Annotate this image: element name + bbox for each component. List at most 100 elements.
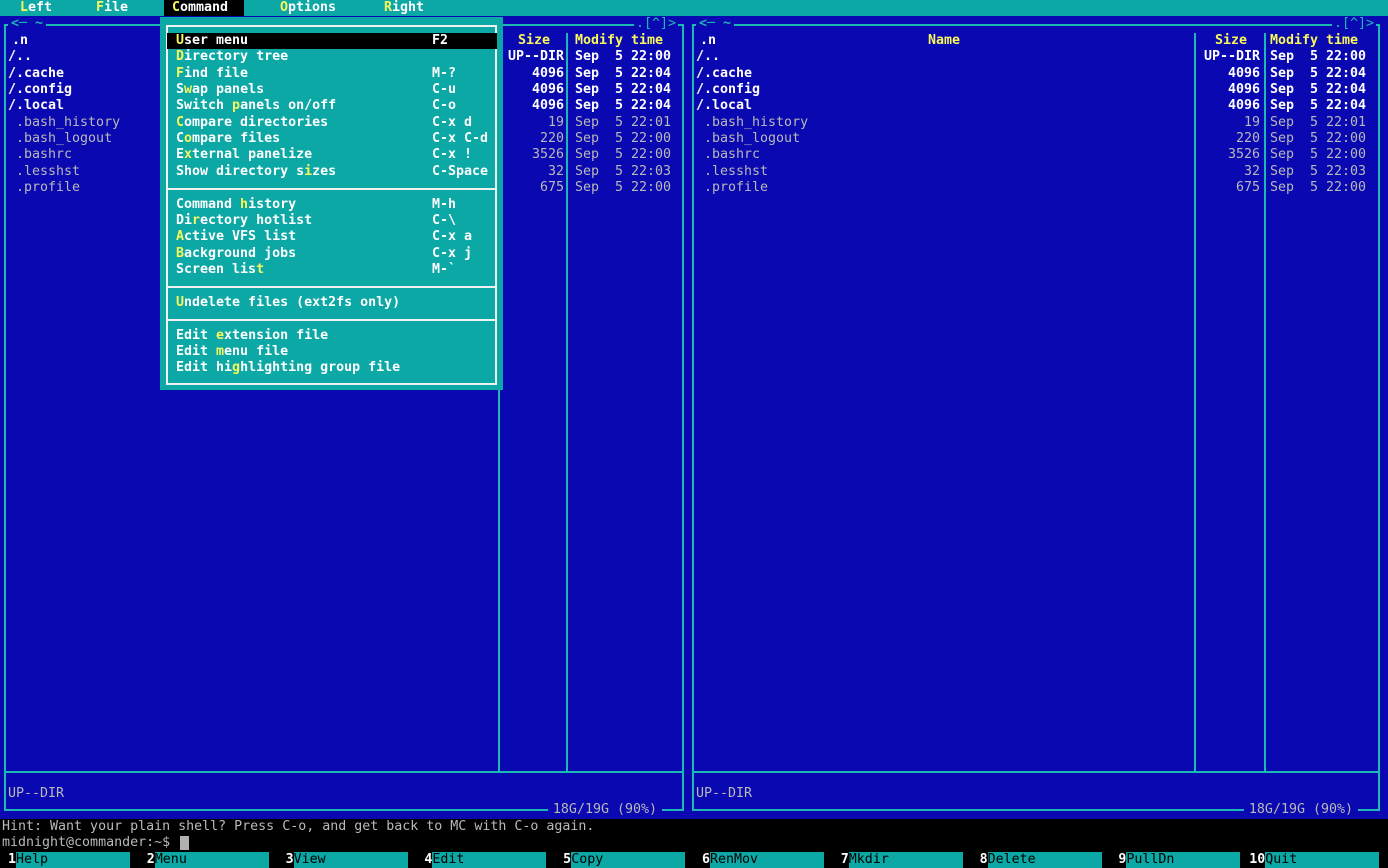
menu-item-shortcut: C-x d bbox=[432, 115, 472, 131]
panel-right-column-header-size[interactable]: Size bbox=[1215, 33, 1247, 49]
file-name: /.local bbox=[696, 98, 752, 114]
menu-item-compare-files[interactable]: Compare filesC-x C-d bbox=[167, 131, 497, 147]
file-mtime: Sep 5 22:01 bbox=[575, 115, 671, 131]
panel-left-mini-status: UP--DIR bbox=[8, 786, 64, 802]
file-name: /.config bbox=[8, 82, 72, 98]
fkey-5-number: 5 bbox=[555, 852, 571, 868]
fkey-1-help-button[interactable]: Help bbox=[16, 852, 130, 868]
menu-item-directory-hotlist[interactable]: Directory hotlist C-\ bbox=[167, 213, 497, 229]
menubar-item-left[interactable]: Left bbox=[20, 0, 52, 16]
menubar-item-right[interactable]: Right bbox=[384, 0, 424, 16]
panel-left-path[interactable]: <─ ~ bbox=[8, 16, 46, 32]
menu-item-swap-panels[interactable]: Swap panelsC-u bbox=[167, 82, 497, 98]
panel-right-file-row[interactable]: /.local4096Sep 5 22:04 bbox=[692, 98, 1380, 114]
panel-right-column-header-mtime[interactable]: Modify time bbox=[1270, 33, 1358, 49]
menu-item-shortcut: C-u bbox=[432, 82, 456, 98]
menu-item-label: Command history bbox=[176, 197, 296, 213]
fkey-2-menu-button[interactable]: Menu bbox=[155, 852, 269, 868]
menu-item-switch-panels-on-off[interactable]: Switch panels on/offC-o bbox=[167, 98, 497, 114]
fkey-7-mkdir-button[interactable]: Mkdir bbox=[849, 852, 963, 868]
menu-item-find-file[interactable]: Find fileM-? bbox=[167, 66, 497, 82]
panel-left-nav-buttons[interactable]: .[^]> bbox=[634, 16, 678, 32]
panel-right-file-row[interactable]: .bashrc3526Sep 5 22:00 bbox=[692, 147, 1380, 163]
menu-item-shortcut: C-\ bbox=[432, 213, 456, 229]
panel-right-mini-status: UP--DIR bbox=[696, 786, 752, 802]
menu-divider bbox=[166, 319, 497, 321]
fkey-8-number: 8 bbox=[972, 852, 988, 868]
file-mtime: Sep 5 22:00 bbox=[575, 131, 671, 147]
menu-item-label: Directory hotlist bbox=[176, 213, 312, 229]
panel-left-column-header-mtime[interactable]: Modify time bbox=[575, 33, 663, 49]
file-mtime: Sep 5 22:04 bbox=[1270, 82, 1366, 98]
panel-right-file-row[interactable]: /..UP--DIRSep 5 22:00 bbox=[692, 49, 1380, 65]
panel-left-sort-indicator[interactable]: .n bbox=[12, 33, 28, 49]
menu-item-label: Edit highlighting group file bbox=[176, 360, 400, 376]
file-name: .bash_history bbox=[8, 115, 120, 131]
fkey-3-view-button[interactable]: View bbox=[294, 852, 408, 868]
panel-right-nav-buttons[interactable]: .[^]> bbox=[1332, 16, 1376, 32]
file-mtime: Sep 5 22:00 bbox=[1270, 180, 1366, 196]
file-name: /.local bbox=[8, 98, 64, 114]
file-mtime: Sep 5 22:04 bbox=[575, 82, 671, 98]
file-mtime: Sep 5 22:04 bbox=[575, 66, 671, 82]
panel-right-ministatus-separator bbox=[694, 771, 1378, 773]
file-name: .profile bbox=[8, 180, 80, 196]
fkey-6-renmov-button[interactable]: RenMov bbox=[710, 852, 824, 868]
panel-right-path[interactable]: <─ ~ bbox=[696, 16, 734, 32]
file-mtime: Sep 5 22:00 bbox=[575, 147, 671, 163]
file-size: 4096 bbox=[502, 98, 564, 114]
panel-right-file-row[interactable]: .bash_history19Sep 5 22:01 bbox=[692, 115, 1380, 131]
file-name: .bash_logout bbox=[696, 131, 800, 147]
fkey-8-delete-button[interactable]: Delete bbox=[988, 852, 1102, 868]
menubar-item-file[interactable]: File bbox=[96, 0, 128, 16]
menu-item-show-directory-sizes[interactable]: Show directory sizesC-Space bbox=[167, 164, 497, 180]
file-name: /.. bbox=[8, 49, 32, 65]
menubar-item-command[interactable]: Command bbox=[172, 0, 228, 16]
fkey-9-pulldn-button[interactable]: PullDn bbox=[1126, 852, 1240, 868]
shell-prompt[interactable]: midnight@commander:~$ bbox=[2, 835, 170, 851]
file-size: 32 bbox=[1198, 164, 1260, 180]
file-name: .lesshst bbox=[8, 164, 80, 180]
menu-item-edit-extension-file[interactable]: Edit extension file bbox=[167, 328, 497, 344]
file-mtime: Sep 5 22:03 bbox=[575, 164, 671, 180]
panel-right-file-row[interactable]: /.config4096Sep 5 22:04 bbox=[692, 82, 1380, 98]
panel-right-file-row[interactable]: .bash_logout220Sep 5 22:00 bbox=[692, 131, 1380, 147]
menu-item-user-menu[interactable]: User menuF2 bbox=[167, 33, 497, 49]
menu-item-label: External panelize bbox=[176, 147, 312, 163]
command-dropdown-menu: User menuF2Directory treeFind fileM-?Swa… bbox=[160, 17, 503, 390]
menu-item-active-vfs-list[interactable]: Active VFS listC-x a bbox=[167, 229, 497, 245]
panel-right-file-row[interactable]: .lesshst32Sep 5 22:03 bbox=[692, 164, 1380, 180]
menubar-item-options[interactable]: Options bbox=[280, 0, 336, 16]
fkey-5-copy-button[interactable]: Copy bbox=[571, 852, 685, 868]
menu-item-shortcut: C-x j bbox=[432, 246, 472, 262]
fkey-4-edit-button[interactable]: Edit bbox=[432, 852, 546, 868]
menu-item-edit-menu-file[interactable]: Edit menu file bbox=[167, 344, 497, 360]
menu-divider bbox=[166, 286, 497, 288]
menu-item-label: Background jobs bbox=[176, 246, 296, 262]
file-mtime: Sep 5 22:00 bbox=[575, 49, 671, 65]
fkey-9-number: 9 bbox=[1110, 852, 1126, 868]
file-mtime: Sep 5 22:04 bbox=[1270, 98, 1366, 114]
panel-right-file-row[interactable]: .profile675Sep 5 22:00 bbox=[692, 180, 1380, 196]
menu-item-directory-tree[interactable]: Directory tree bbox=[167, 49, 497, 65]
menu-item-shortcut: C-x ! bbox=[432, 147, 472, 163]
file-name: /.config bbox=[696, 82, 760, 98]
file-size: 4096 bbox=[502, 82, 564, 98]
menu-item-screen-list[interactable]: Screen listM-` bbox=[167, 262, 497, 278]
panel-right-column-header-name[interactable]: Name bbox=[928, 33, 960, 49]
fkey-10-number: 10 bbox=[1249, 852, 1265, 868]
menu-item-edit-highlighting-group-file[interactable]: Edit highlighting group file bbox=[167, 360, 497, 376]
menu-item-external-panelize[interactable]: External panelize C-x ! bbox=[167, 147, 497, 163]
panel-right-sort-indicator[interactable]: .n bbox=[700, 33, 716, 49]
panel-left-column-header-size[interactable]: Size bbox=[518, 33, 550, 49]
menu-item-command-history[interactable]: Command historyM-h bbox=[167, 197, 497, 213]
menu-item-undelete-files-ext2fs-only-[interactable]: Undelete files (ext2fs only) bbox=[167, 295, 497, 311]
file-size: 19 bbox=[1198, 115, 1260, 131]
panel-right-file-row[interactable]: /.cache4096Sep 5 22:04 bbox=[692, 66, 1380, 82]
file-size: 4096 bbox=[502, 66, 564, 82]
fkey-10-quit-button[interactable]: Quit bbox=[1265, 852, 1379, 868]
menu-item-label: Screen list bbox=[176, 262, 264, 278]
menu-item-shortcut: C-x a bbox=[432, 229, 472, 245]
menu-item-background-jobs[interactable]: Background jobs C-x j bbox=[167, 246, 497, 262]
menu-item-compare-directories[interactable]: Compare directoriesC-x d bbox=[167, 115, 497, 131]
